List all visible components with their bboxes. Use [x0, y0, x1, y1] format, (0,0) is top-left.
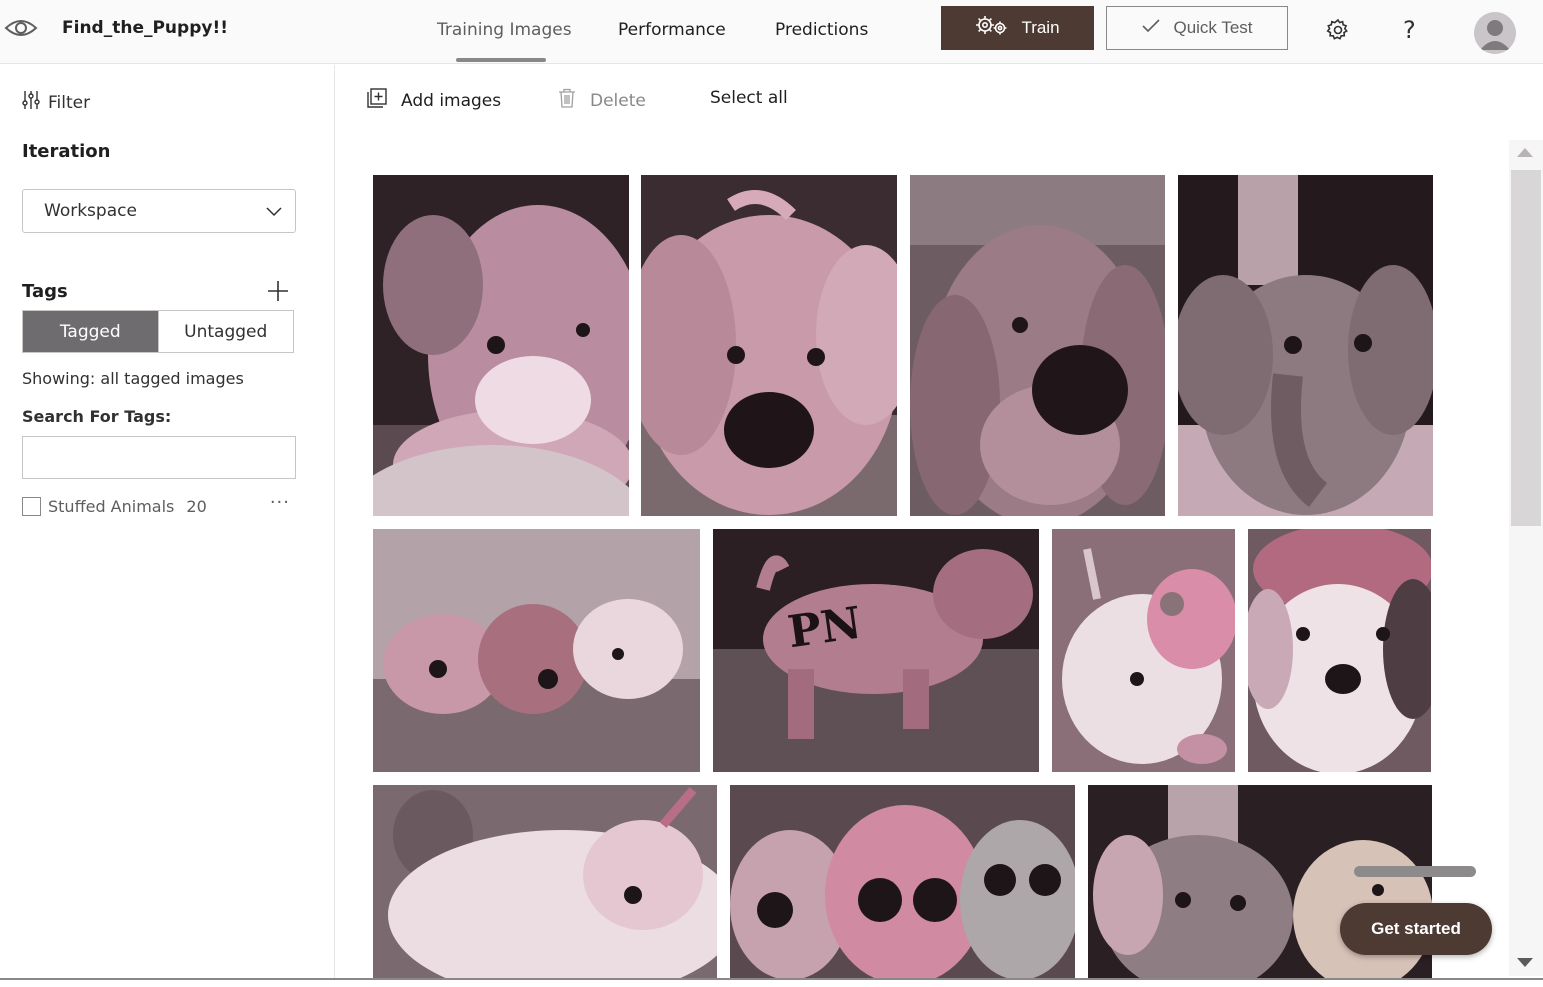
image-tile[interactable] — [1248, 529, 1431, 772]
tag-count: 20 — [186, 496, 207, 516]
top-bar: Find_the_Puppy!! Training Images Perform… — [0, 0, 1543, 64]
image-tile[interactable] — [1178, 175, 1433, 516]
bottom-border — [0, 978, 1543, 980]
help-icon[interactable]: ? — [1403, 16, 1416, 44]
scroll-down-arrow-icon[interactable] — [1517, 958, 1533, 967]
showing-status: Showing: all tagged images — [22, 369, 244, 388]
add-image-icon — [367, 88, 387, 113]
big-eyed-plushies-image — [730, 785, 1075, 978]
image-tile[interactable] — [1052, 529, 1235, 772]
delete-button[interactable]: Delete — [558, 88, 646, 113]
tab-predictions[interactable]: Predictions — [775, 20, 868, 40]
pink-puppy-image — [641, 175, 897, 516]
three-plushies-image — [373, 529, 700, 772]
image-tile[interactable] — [373, 529, 700, 772]
tab-performance[interactable]: Performance — [618, 20, 726, 40]
iteration-dropdown[interactable]: Workspace — [22, 189, 296, 233]
image-tile[interactable] — [373, 785, 717, 978]
tagged-toggle: Tagged Untagged — [22, 310, 294, 353]
checkmark-icon — [1141, 18, 1161, 39]
avatar[interactable] — [1474, 12, 1516, 54]
iteration-heading: Iteration — [22, 141, 111, 162]
white-unicorn-image — [1052, 529, 1235, 772]
trash-icon — [558, 88, 576, 113]
scroll-up-arrow-icon[interactable] — [1517, 148, 1533, 157]
add-tag-icon[interactable] — [266, 279, 290, 303]
chevron-down-icon — [265, 202, 283, 225]
tag-more-menu[interactable]: ··· — [270, 492, 290, 513]
active-tab-indicator — [456, 58, 546, 62]
image-tile[interactable] — [373, 175, 629, 516]
train-button[interactable]: Train — [941, 6, 1094, 50]
white-brown-puppy-image — [1248, 529, 1431, 772]
add-images-button[interactable]: Add images — [367, 88, 501, 113]
image-tile[interactable] — [730, 785, 1075, 978]
project-name: Find_the_Puppy!! — [62, 18, 228, 38]
search-tags-input[interactable] — [22, 436, 296, 479]
add-images-label: Add images — [401, 90, 502, 111]
filter-sliders-icon — [22, 90, 40, 115]
image-tile[interactable]: PN — [713, 529, 1039, 772]
quick-test-label: Quick Test — [1173, 18, 1253, 37]
gears-icon — [975, 15, 1009, 42]
select-all-button[interactable]: Select all — [710, 88, 788, 108]
eye-icon[interactable] — [4, 13, 38, 43]
get-started-button[interactable]: Get started — [1340, 903, 1492, 955]
gear-icon[interactable] — [1326, 18, 1350, 46]
train-label: Train — [1021, 18, 1060, 37]
tag-name: Stuffed Animals — [48, 496, 175, 516]
sidebar: Filter Iteration Workspace Tags Tagged U… — [0, 65, 335, 979]
iteration-selected-value: Workspace — [44, 201, 137, 221]
pink-bunny-image — [373, 175, 629, 516]
scrollbar-thumb[interactable] — [1511, 170, 1541, 526]
image-tile[interactable] — [910, 175, 1165, 516]
tab-training-images[interactable]: Training Images — [437, 20, 572, 40]
quick-test-button[interactable]: Quick Test — [1106, 6, 1288, 50]
pn-plush-dog-image: PN — [713, 529, 1039, 772]
tagged-option[interactable]: Tagged — [23, 311, 158, 352]
tag-checkbox[interactable] — [22, 496, 41, 516]
brown-puppy-image — [910, 175, 1165, 516]
tag-item: Stuffed Animals 20 ··· — [22, 492, 294, 517]
image-tile[interactable] — [641, 175, 897, 516]
unicorn-lying-image — [373, 785, 717, 978]
select-all-label: Select all — [710, 88, 788, 108]
search-tags-label: Search For Tags: — [22, 407, 172, 426]
drag-handle[interactable] — [1354, 866, 1476, 877]
filter-label: Filter — [48, 92, 91, 113]
filter-button[interactable]: Filter — [22, 90, 90, 115]
plush-elephant-image — [1178, 175, 1433, 516]
delete-label: Delete — [590, 90, 646, 111]
svg-text:PN: PN — [785, 598, 865, 659]
tags-heading: Tags — [22, 281, 68, 302]
untagged-option[interactable]: Untagged — [157, 311, 293, 352]
